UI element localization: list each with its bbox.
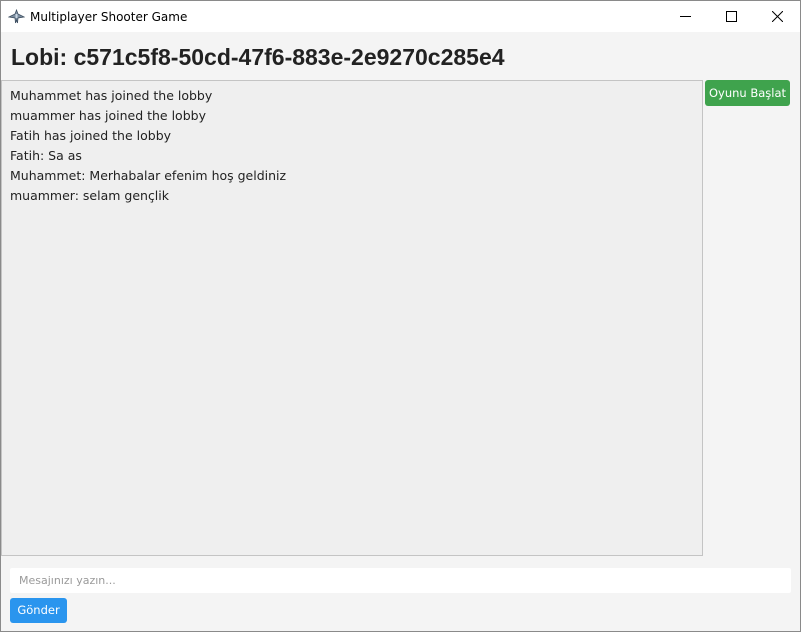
app-window: Multiplayer Shooter Game Lobi: c571c5f8-… xyxy=(0,0,801,632)
window-title: Multiplayer Shooter Game xyxy=(30,10,188,24)
send-button[interactable]: Gönder xyxy=(10,598,67,623)
message-input[interactable] xyxy=(10,568,791,593)
spaceship-icon xyxy=(7,8,26,25)
chat-log[interactable]: Muhammet has joined the lobby muammer ha… xyxy=(1,80,703,556)
title-bar[interactable]: Multiplayer Shooter Game xyxy=(1,1,800,32)
start-game-button[interactable]: Oyunu Başlat xyxy=(705,80,790,106)
chat-message: Muhammet has joined the lobby xyxy=(10,88,213,103)
close-button[interactable] xyxy=(754,1,800,32)
lobby-title: Lobi: c571c5f8-50cd-47f6-883e-2e9270c285… xyxy=(11,44,505,70)
maximize-button[interactable] xyxy=(708,1,754,32)
chat-message: muammer has joined the lobby xyxy=(10,108,206,123)
chat-message: Fatih: Sa as xyxy=(10,148,82,163)
chat-message: Muhammet: Merhabalar efenim hoş geldiniz xyxy=(10,168,287,183)
maximize-icon xyxy=(725,11,737,22)
chat-message: muammer: selam gençlik xyxy=(10,188,169,203)
close-icon xyxy=(771,11,783,22)
minimize-icon xyxy=(679,11,691,22)
minimize-button[interactable] xyxy=(662,1,708,32)
chat-message: Fatih has joined the lobby xyxy=(10,128,172,143)
